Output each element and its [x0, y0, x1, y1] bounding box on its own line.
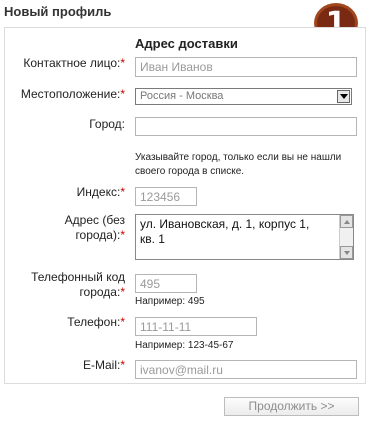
- city-label: Город:: [89, 117, 125, 131]
- location-label: Местоположение:*: [20, 87, 125, 101]
- city-hint-line2: своего города в списке.: [135, 166, 245, 177]
- city-hint-line1: Указывайте город, только если вы не нашл…: [135, 152, 342, 163]
- email-input[interactable]: ivanov@mail.ru: [135, 360, 357, 379]
- zip-input[interactable]: 123456: [135, 187, 197, 206]
- location-selected-value: Россия - Москва: [140, 90, 224, 102]
- scroll-down-icon[interactable]: [340, 246, 353, 259]
- phone-code-label-line1: Телефонный код: [31, 270, 125, 284]
- address-label-line1: Адрес (без: [64, 213, 125, 227]
- address-value-line2: кв. 1: [140, 232, 165, 246]
- contact-label: Контактное лицо:*: [23, 56, 125, 70]
- address-value-line1: ул. Ивановская, д. 1, корпус 1,: [140, 217, 310, 231]
- contact-input[interactable]: Иван Иванов: [135, 57, 357, 77]
- chevron-down-icon[interactable]: [337, 90, 350, 103]
- phone-code-input[interactable]: 495: [135, 274, 197, 293]
- phone-label: Телефон:*: [67, 315, 125, 329]
- phone-code-label: Телефонный код города:*: [31, 270, 125, 300]
- address-scrollbar[interactable]: [339, 215, 353, 259]
- phone-input[interactable]: 111-11-11: [135, 317, 257, 336]
- email-label: E-Mail:*: [82, 358, 125, 372]
- scroll-up-icon[interactable]: [340, 215, 353, 228]
- city-input[interactable]: [135, 117, 357, 136]
- page-title: Новый профиль: [4, 4, 112, 19]
- phone-example: Например: 123-45-67: [135, 340, 234, 351]
- address-textarea[interactable]: ул. Ивановская, д. 1, корпус 1, кв. 1: [135, 214, 354, 260]
- phone-code-example: Например: 495: [135, 296, 205, 307]
- section-title: Адрес доставки: [135, 36, 238, 51]
- phone-code-label-line2-wrap: города:*: [79, 285, 125, 299]
- continue-button[interactable]: Продолжить >>: [224, 397, 359, 416]
- zip-label: Индекс:*: [76, 185, 125, 199]
- address-label: Адрес (без города):*: [65, 213, 125, 243]
- location-select[interactable]: Россия - Москва: [135, 88, 352, 105]
- address-label-line2-wrap: города):*: [75, 228, 125, 242]
